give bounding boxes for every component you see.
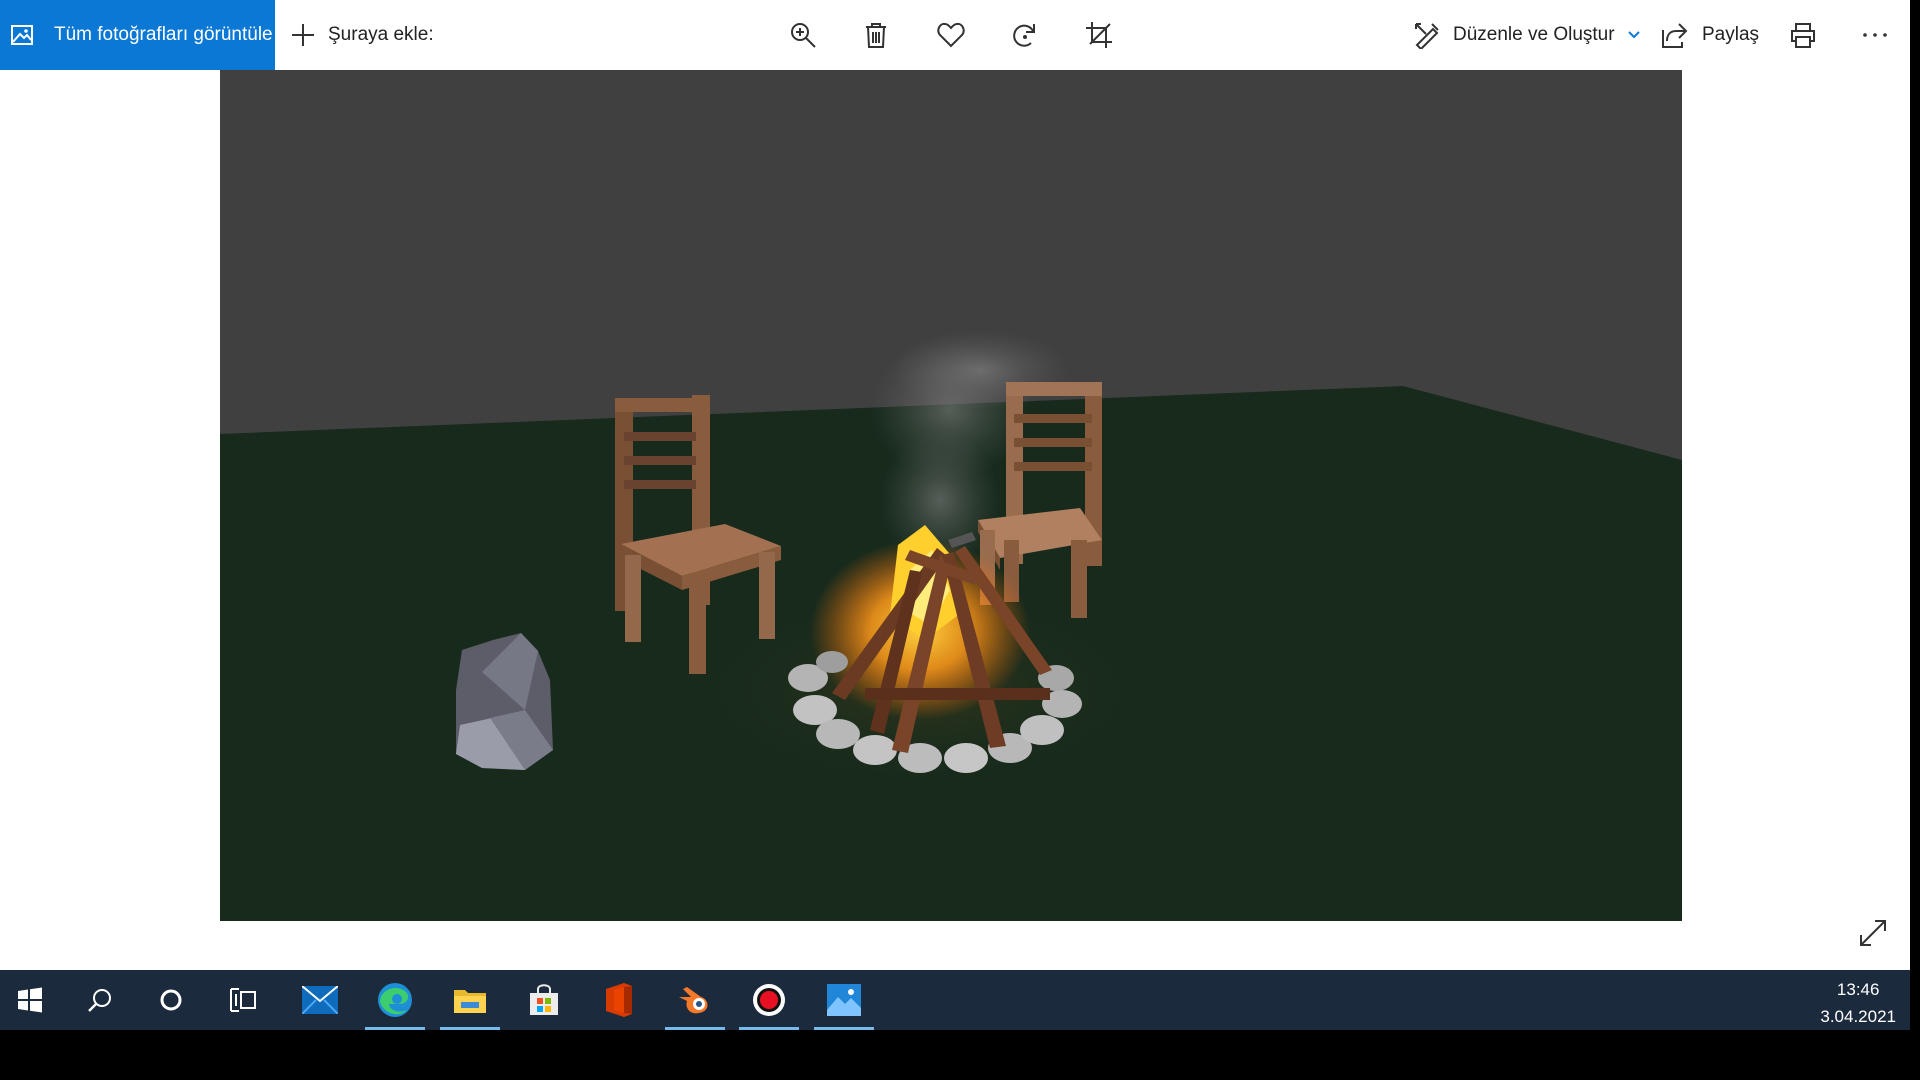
add-to-label: Şuraya ekle: [328,24,434,45]
clock-time: 13:46 [1836,980,1880,999]
share-label: Paylaş [1702,24,1760,45]
zoom-icon [789,21,817,49]
taskbar-recorder[interactable] [739,970,799,1030]
taskbar-photos[interactable] [814,970,874,1030]
photos-app-icon [827,984,861,1016]
toolbar: Tüm fotoğrafları görüntüle Şuraya ekle: [0,0,1910,70]
folder-icon [453,986,487,1014]
office-icon [604,982,634,1018]
system-clock[interactable]: 13:46 3.04.2021 [1820,976,1896,1030]
delete-icon [863,21,889,49]
share-icon [1660,21,1688,49]
more-icon [1862,32,1888,38]
taskbar-office[interactable] [589,970,649,1030]
plus-icon [290,22,316,48]
taskbar-blender[interactable] [665,970,725,1030]
edit-create-label: Düzenle ve Oluştur [1453,24,1615,45]
rotate-icon [1011,21,1039,49]
windows-icon [17,987,43,1013]
taskbar-cortana[interactable] [141,970,201,1030]
taskbar: 13:46 3.04.2021 [0,970,1910,1030]
mail-icon [302,986,338,1014]
taskbar-mail[interactable] [290,970,350,1030]
print-button[interactable] [1785,17,1821,53]
expand-icon [1858,918,1888,948]
photo-view[interactable] [220,70,1682,921]
edge-icon [377,982,413,1018]
print-icon [1789,21,1817,49]
rotate-button[interactable] [1007,17,1043,53]
clock-date: 3.04.2021 [1820,1007,1896,1026]
chevron-down-icon [1627,30,1641,40]
record-icon [752,983,786,1017]
zoom-button[interactable] [785,17,821,53]
taskbar-store[interactable] [514,970,574,1030]
crop-button[interactable] [1081,17,1117,53]
taskbar-file-explorer[interactable] [440,970,500,1030]
view-all-photos-label: Tüm fotoğrafları görüntüle [54,24,273,45]
edit-create-button[interactable]: Düzenle ve Oluştur [1413,0,1641,70]
fullscreen-button[interactable] [1855,915,1891,951]
delete-button[interactable] [858,17,894,53]
blender-icon [677,985,713,1015]
search-icon [87,987,113,1013]
taskbar-search[interactable] [70,970,130,1030]
more-options-button[interactable] [1857,17,1893,53]
add-to-button[interactable]: Şuraya ekle: [290,0,434,70]
view-all-photos-button[interactable]: Tüm fotoğrafları görüntüle [0,0,275,70]
taskbar-task-view[interactable] [213,970,273,1030]
crop-icon [1085,21,1113,49]
edit-create-icon [1413,21,1441,49]
photos-icon [10,23,34,47]
task-view-icon [229,987,257,1013]
cortana-icon [158,987,184,1013]
taskbar-edge[interactable] [365,970,425,1030]
store-icon [527,983,561,1017]
favorite-icon [937,22,965,48]
share-button[interactable]: Paylaş [1660,0,1759,70]
photos-app-window: Tüm fotoğrafları görüntüle Şuraya ekle: [0,0,1910,970]
rock [456,633,553,770]
favorite-button[interactable] [933,17,969,53]
start-button[interactable] [0,970,60,1030]
